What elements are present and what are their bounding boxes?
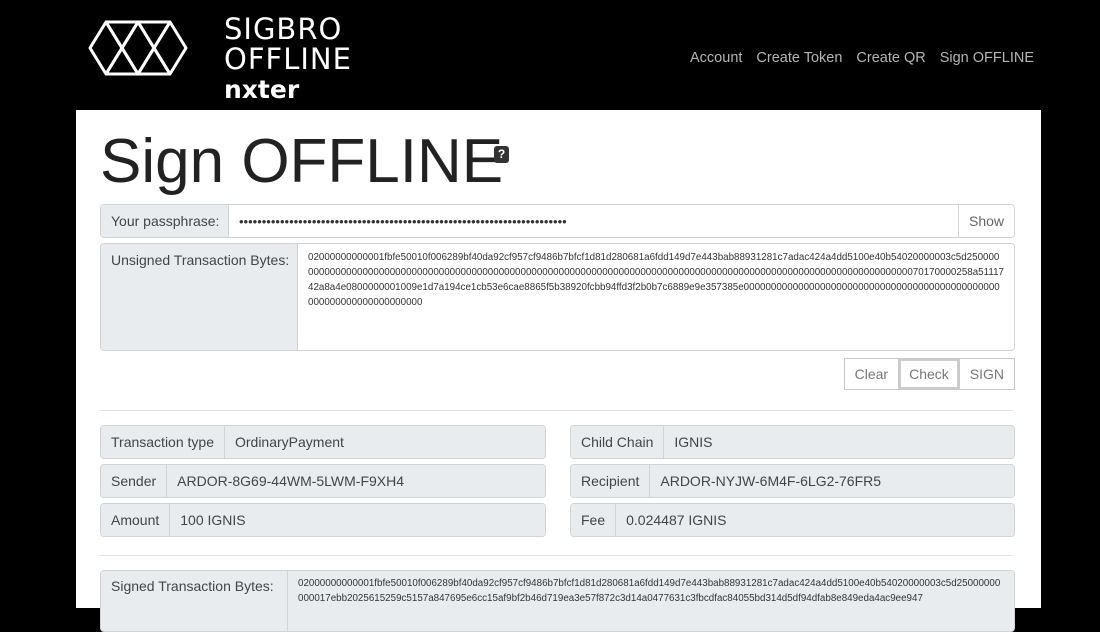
sign-button[interactable]: SIGN: [959, 358, 1015, 390]
unsigned-bytes-textarea[interactable]: 02000000000001fbfe50010f006289bf40da92cf…: [298, 244, 1014, 350]
signed-bytes-group: Signed Transaction Bytes: 02000000000001…: [100, 570, 1015, 632]
child-chain-field: Child Chain IGNIS: [570, 425, 1015, 459]
recipient-field: Recipient ARDOR-NYJW-6M4F-6LG2-76FR5: [570, 464, 1015, 498]
passphrase-input[interactable]: ••••••••••••••••••••••••••••••••••••••••…: [229, 205, 958, 237]
transaction-type-label: Transaction type: [101, 426, 225, 458]
passphrase-group: Your passphrase: •••••••••••••••••••••••…: [100, 204, 1015, 238]
header: SIGBRO OFFLINE nxter Account Create Toke…: [0, 0, 1100, 110]
page-title: Sign OFFLINE: [100, 127, 504, 196]
fee-label: Fee: [571, 504, 617, 536]
nav-create-qr[interactable]: Create QR: [856, 50, 925, 66]
child-chain-value: IGNIS: [664, 426, 1014, 458]
nav-create-token[interactable]: Create Token: [756, 50, 842, 66]
top-nav: Account Create Token Create QR Sign OFFL…: [690, 50, 1034, 66]
unsigned-bytes-label: Unsigned Transaction Bytes:: [101, 244, 298, 350]
sender-label: Sender: [101, 465, 168, 497]
nav-sign-offline[interactable]: Sign OFFLINE: [940, 50, 1034, 66]
amount-field: Amount 100 IGNIS: [100, 503, 546, 537]
transaction-type-value: OrdinaryPayment: [224, 426, 545, 458]
main-card: Sign OFFLINE ? Your passphrase: ••••••••…: [76, 110, 1041, 632]
divider: [100, 410, 1013, 411]
child-chain-label: Child Chain: [571, 426, 665, 458]
nav-account[interactable]: Account: [690, 50, 742, 66]
brand-line1: SIGBRO: [224, 12, 343, 46]
clear-button[interactable]: Clear: [843, 358, 900, 390]
recipient-value: ARDOR-NYJW-6M4F-6LG2-76FR5: [650, 465, 1014, 497]
fee-value: 0.024487 IGNIS: [616, 504, 1014, 536]
show-button[interactable]: Show: [958, 205, 1014, 237]
transaction-type-field: Transaction type OrdinaryPayment: [100, 425, 546, 459]
passphrase-label: Your passphrase:: [101, 205, 229, 237]
action-buttons: Clear Check SIGN: [843, 358, 1015, 390]
help-icon[interactable]: ?: [494, 146, 509, 163]
sender-value: ARDOR-8G69-44WM-5LWM-F9XH4: [167, 465, 545, 497]
sender-field: Sender ARDOR-8G69-44WM-5LWM-F9XH4: [100, 464, 546, 498]
divider: [100, 555, 1013, 556]
amount-value: 100 IGNIS: [170, 504, 545, 536]
brand[interactable]: SIGBRO OFFLINE nxter: [224, 14, 352, 105]
signed-bytes-label: Signed Transaction Bytes:: [101, 571, 288, 631]
brand-line2: OFFLINE: [224, 42, 352, 76]
signed-bytes-textarea[interactable]: 02000000000001fbfe50010f006289bf40da92cf…: [288, 571, 1014, 631]
amount-label: Amount: [101, 504, 171, 536]
brand-line3: nxter: [224, 75, 300, 104]
check-button[interactable]: Check: [899, 358, 960, 390]
sigbro-logo-icon: [88, 20, 188, 76]
unsigned-bytes-group: Unsigned Transaction Bytes: 020000000000…: [100, 243, 1015, 351]
recipient-label: Recipient: [571, 465, 651, 497]
fee-field: Fee 0.024487 IGNIS: [570, 503, 1015, 537]
